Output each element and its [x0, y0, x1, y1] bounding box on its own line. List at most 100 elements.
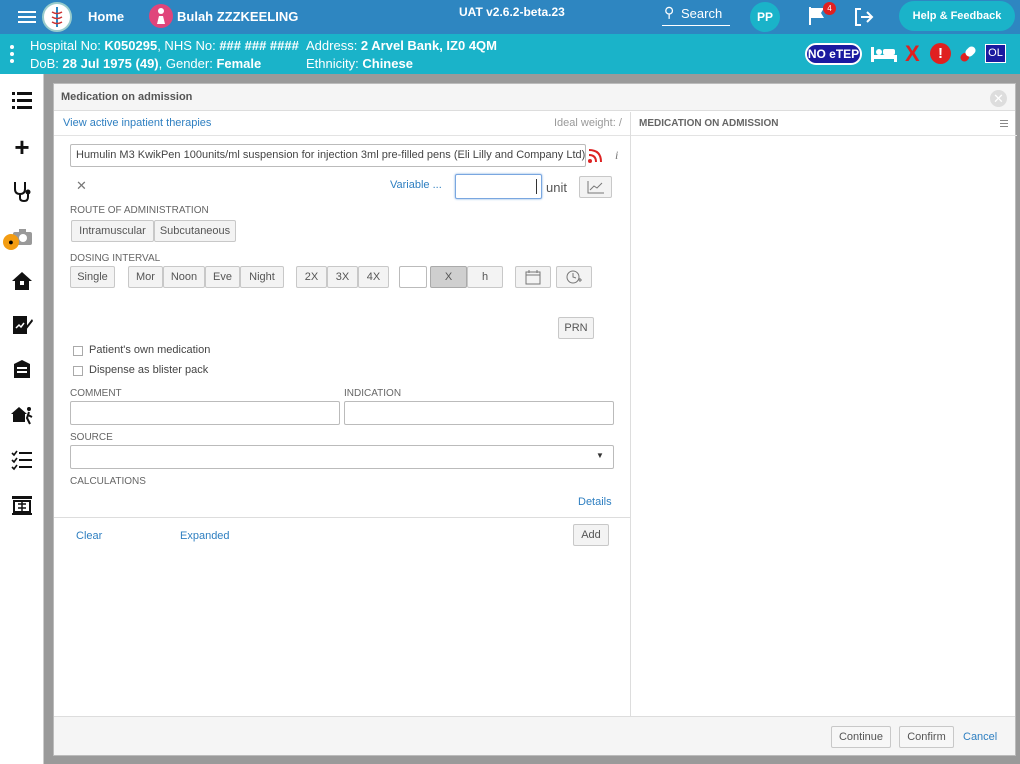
app-logo[interactable] — [42, 2, 72, 32]
address-label: Address: — [306, 38, 361, 53]
user-avatar[interactable]: PP — [750, 2, 780, 32]
time-noon-button[interactable]: Noon — [163, 266, 205, 288]
form-footer-divider — [54, 517, 630, 518]
search-label: Search — [681, 6, 723, 21]
hospital-no-label: Hospital No: — [30, 38, 105, 53]
ward-board-icon[interactable] — [9, 494, 35, 520]
flag-icon[interactable]: 4 — [807, 2, 836, 27]
dropdown-arrow-icon: ▼ — [596, 451, 604, 460]
modal-header: Medication on admission ✕ — [54, 84, 1015, 111]
continue-button[interactable]: Continue — [831, 726, 891, 748]
logout-icon[interactable] — [853, 7, 875, 27]
form-toolbar: View active inpatient therapies Ideal we… — [54, 112, 630, 136]
stethoscope-icon[interactable] — [9, 180, 35, 206]
confirm-button[interactable]: Confirm — [899, 726, 954, 748]
time-night-button[interactable]: Night — [240, 266, 284, 288]
dose-chart-button[interactable] — [579, 176, 612, 198]
more-vert-icon[interactable] — [10, 45, 14, 63]
comment-caption: COMMENT — [70, 388, 122, 399]
dose-input[interactable] — [455, 174, 542, 199]
time-eve-button[interactable]: Eve — [205, 266, 240, 288]
right-panel: MEDICATION ON ADMISSION — [630, 112, 1017, 716]
edit-document-icon[interactable] — [9, 314, 35, 340]
frequency-2x-button[interactable]: 2X — [296, 266, 327, 288]
cancel-link[interactable]: Cancel — [963, 731, 997, 743]
nhs-no-label: , NHS No: — [157, 38, 220, 53]
route-caption: ROUTE OF ADMINISTRATION — [70, 205, 209, 216]
schedule-button[interactable] — [556, 266, 592, 288]
no-etep-badge[interactable]: NO eTEP — [805, 43, 862, 65]
calculations-caption: CALCULATIONS — [70, 476, 146, 487]
hamburger-icon[interactable] — [1000, 120, 1008, 127]
ideal-weight-label: Ideal weight: / — [554, 117, 622, 129]
indication-caption: INDICATION — [344, 388, 402, 399]
home-care-icon[interactable] — [9, 270, 35, 296]
home-link[interactable]: Home — [88, 9, 124, 24]
single-dose-button[interactable]: Single — [70, 266, 115, 288]
discharge-icon[interactable] — [9, 404, 35, 430]
clear-link[interactable]: Clear — [76, 530, 102, 542]
search-icon: ⚲ — [664, 4, 675, 20]
right-panel-header: MEDICATION ON ADMISSION — [631, 112, 1017, 136]
inbox-icon[interactable] — [9, 359, 35, 385]
calendar-button[interactable] — [515, 266, 551, 288]
medication-value: Humulin M3 KwikPen 100units/ml suspensio… — [76, 149, 586, 161]
route-intramuscular-button[interactable]: Intramuscular — [71, 220, 154, 242]
frequency-4x-button[interactable]: 4X — [358, 266, 389, 288]
nhs-no: ### ### #### — [219, 38, 299, 53]
hospital-no: K050295 — [104, 38, 158, 53]
ethnicity-label: Ethnicity: — [306, 56, 363, 71]
add-button[interactable]: Add — [573, 524, 609, 546]
patients-own-checkbox[interactable] — [73, 346, 83, 356]
female-patient-icon — [149, 4, 173, 28]
alert-x-icon[interactable]: X — [905, 41, 920, 67]
ol-badge[interactable]: OL — [985, 44, 1006, 63]
variable-link[interactable]: Variable ... — [390, 179, 442, 191]
prn-button[interactable]: PRN — [558, 317, 594, 339]
bed-icon[interactable] — [870, 44, 898, 64]
unit-label: unit — [546, 180, 567, 195]
source-select[interactable]: ▼ — [70, 445, 614, 469]
checklist-icon[interactable] — [9, 449, 35, 475]
flag-count-badge: 4 — [823, 2, 836, 15]
menu-icon[interactable] — [18, 9, 36, 25]
close-icon[interactable]: ✕ — [990, 90, 1007, 107]
top-bar: Home Bulah ZZZKEELING UAT v2.6.2-beta.23… — [0, 0, 1020, 34]
clear-medication-icon[interactable]: ✕ — [76, 178, 87, 194]
pill-icon[interactable] — [957, 43, 979, 65]
camera-icon[interactable]: ● — [3, 226, 35, 252]
patient-ethnicity-line: Ethnicity: Chinese — [306, 56, 413, 71]
version-label: UAT v2.6.2-beta.23 — [459, 5, 565, 19]
search-button[interactable]: ⚲ Search — [662, 4, 730, 26]
warning-icon[interactable]: ! — [930, 43, 951, 64]
gender: Female — [216, 56, 262, 71]
help-feedback-button[interactable]: Help & Feedback — [899, 1, 1015, 31]
patient-name[interactable]: Bulah ZZZKEELING — [177, 9, 298, 24]
modal-footer: Continue Confirm Cancel — [54, 716, 1015, 755]
blister-pack-checkbox[interactable] — [73, 366, 83, 376]
dob: 28 Jul 1975 (49) — [62, 56, 159, 71]
expanded-link[interactable]: Expanded — [180, 530, 230, 542]
patient-ids-line: Hospital No: K050295, NHS No: ### ### ##… — [30, 38, 299, 53]
interval-hours-toggle[interactable]: h — [467, 266, 503, 288]
details-link[interactable]: Details — [578, 496, 612, 508]
rss-feed-icon[interactable] — [587, 148, 603, 164]
time-mor-button[interactable]: Mor — [128, 266, 163, 288]
medication-field[interactable]: Humulin M3 KwikPen 100units/ml suspensio… — [70, 144, 586, 167]
route-subcutaneous-button[interactable]: Subcutaneous — [154, 220, 236, 242]
patient-address-line: Address: 2 Arvel Bank, IZ0 4QM — [306, 38, 497, 53]
view-active-therapies-link[interactable]: View active inpatient therapies — [63, 117, 211, 129]
source-caption: SOURCE — [70, 432, 113, 443]
patient-banner: Hospital No: K050295, NHS No: ### ### ##… — [0, 34, 1020, 74]
right-panel-title: MEDICATION ON ADMISSION — [639, 118, 779, 129]
indication-field[interactable] — [344, 401, 614, 425]
add-icon[interactable]: + — [9, 134, 35, 160]
interval-times-toggle[interactable]: X — [430, 266, 467, 288]
ethnicity: Chinese — [362, 56, 413, 71]
address: 2 Arvel Bank, IZ0 4QM — [360, 38, 497, 53]
info-icon[interactable]: i — [615, 148, 625, 164]
list-icon[interactable] — [9, 89, 35, 115]
interval-input[interactable] — [399, 266, 427, 288]
comment-field[interactable] — [70, 401, 340, 425]
frequency-3x-button[interactable]: 3X — [327, 266, 358, 288]
